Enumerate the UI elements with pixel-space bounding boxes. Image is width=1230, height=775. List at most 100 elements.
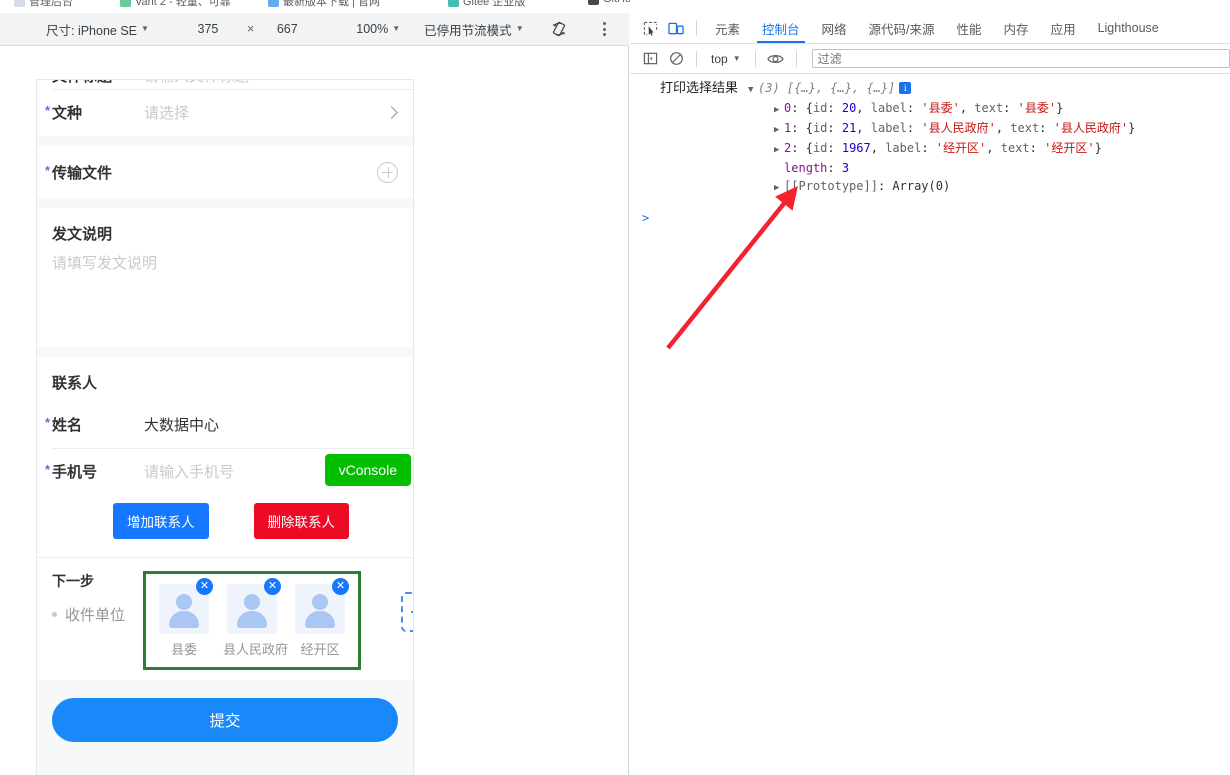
tab-lighthouse[interactable]: Lighthouse	[1087, 13, 1170, 43]
array-item-row[interactable]: 2: {id: 1967, label: '经开区', text: '经开区'}	[748, 139, 1135, 159]
bookmark-favicon	[268, 0, 279, 7]
throttling-select[interactable]: 已停用节流模式 ▼	[424, 20, 523, 39]
inspect-element-glyph	[643, 21, 658, 36]
contact-phone-input[interactable]: 请输入手机号	[144, 461, 398, 482]
device-size-label: 尺寸: iPhone SE	[46, 20, 137, 39]
close-icon[interactable]: ✕	[196, 578, 213, 595]
tab-performance[interactable]: 性能	[946, 13, 993, 43]
doc-type-select[interactable]: 请选择	[144, 102, 387, 123]
sidebar-glyph	[643, 51, 658, 66]
form-row-phone[interactable]: 手机号 请输入手机号	[37, 448, 413, 495]
entry-label: 县人民政府	[929, 121, 989, 135]
tab-application[interactable]: 应用	[1040, 13, 1087, 43]
bookmark-label: Vant 2 - 轻量、可靠	[135, 0, 231, 9]
selected-recipients-highlight: ✕ 县委 ✕ 县人民政府 ✕ 经开区	[143, 571, 361, 670]
bookmark-item[interactable]: Gitee 企业版	[448, 0, 525, 9]
form-label-phone: 手机号	[52, 461, 144, 482]
collapse-triangle-icon[interactable]	[748, 81, 758, 99]
console-filter-input[interactable]	[812, 49, 1230, 68]
clear-console-icon[interactable]	[663, 46, 689, 72]
array-prototype-row[interactable]: [[Prototype]]: Array(0)	[748, 177, 1135, 197]
bookmark-favicon	[120, 0, 131, 7]
bookmark-label: Gitee 企业版	[463, 0, 525, 9]
expand-triangle-icon[interactable]	[774, 179, 784, 197]
recipient-chip[interactable]: ✕ 县委	[155, 584, 213, 658]
close-icon[interactable]: ✕	[264, 578, 281, 595]
form-card-description: 发文说明 请填写发文说明 vConsole	[37, 208, 413, 347]
zoom-select[interactable]: 100% ▼	[356, 22, 400, 36]
delete-contact-button[interactable]: 删除联系人	[254, 503, 350, 539]
form-card-next-step: 下一步 收件单位 ✕ 县委 ✕ 县人民政府	[37, 558, 413, 680]
prototype-key: [[Prototype]]	[784, 179, 878, 193]
expand-triangle-icon[interactable]	[774, 121, 784, 139]
array-item-row[interactable]: 0: {id: 20, label: '县委', text: '县委'}	[748, 99, 1135, 119]
array-preview: (3) [{…}, {…}, {…}]	[758, 81, 895, 95]
close-icon[interactable]: ✕	[332, 578, 349, 595]
bookmark-favicon	[588, 0, 599, 5]
console-log-group[interactable]: 打印选择结果 (3) [{…}, {…}, {…}]i 0: {id: 20, …	[630, 75, 1230, 197]
section-divider	[37, 136, 413, 146]
tab-console[interactable]: 控制台	[751, 13, 811, 43]
form-row-doc-type[interactable]: 文种 请选择	[37, 89, 413, 136]
tab-network[interactable]: 网络	[811, 13, 858, 43]
clear-glyph	[669, 51, 684, 66]
execution-context-label: top	[711, 52, 728, 66]
contact-name-input[interactable]: 大数据中心	[144, 414, 398, 435]
recipient-unit-label: 收件单位	[65, 604, 125, 625]
form-card-contact: 联系人 姓名 大数据中心 手机号 请输入手机号 增加联系人 删除联系人	[37, 357, 413, 557]
live-expression-icon[interactable]	[763, 46, 789, 72]
inspect-element-icon[interactable]	[637, 15, 663, 41]
add-contact-button[interactable]: 增加联系人	[113, 503, 209, 539]
execution-context-select[interactable]: top ▼	[704, 52, 748, 66]
prompt-caret-icon: >	[642, 211, 649, 225]
chevron-right-icon	[385, 106, 398, 119]
console-toolbar: top ▼	[630, 44, 1230, 74]
chevron-down-icon: ▼	[516, 25, 524, 33]
recipient-chip[interactable]: ✕ 经开区	[291, 584, 349, 658]
bookmark-item[interactable]: 最新版本下载 | 官网	[268, 0, 380, 9]
tab-sources[interactable]: 源代码/来源	[858, 13, 946, 43]
entry-id: 20	[842, 101, 856, 115]
bookmark-label: 管理后台	[29, 0, 73, 9]
kebab-menu-icon[interactable]	[596, 22, 612, 36]
form-row-name[interactable]: 姓名 大数据中心	[37, 401, 413, 448]
contact-actions: 增加联系人 删除联系人	[37, 495, 413, 557]
array-preview-row[interactable]: (3) [{…}, {…}, {…}] i	[748, 79, 1135, 99]
add-recipient-icon[interactable]	[401, 592, 413, 632]
device-toolbar-icon[interactable]	[663, 15, 689, 41]
device-height-input[interactable]: 667	[264, 22, 310, 36]
tab-elements[interactable]: 元素	[704, 13, 751, 43]
devtools-panel: 元素 控制台 网络 源代码/来源 性能 内存 应用 Lighthouse	[630, 0, 1230, 775]
expand-triangle-icon[interactable]	[774, 141, 784, 159]
form-label-file-title: 文件标题	[52, 80, 144, 86]
console-prompt[interactable]: >	[630, 197, 1230, 225]
expand-triangle-icon[interactable]	[774, 101, 784, 119]
show-console-sidebar-icon[interactable]	[637, 46, 663, 72]
bookmark-favicon	[14, 0, 25, 7]
info-badge-icon[interactable]: i	[899, 82, 911, 94]
toolbar-divider	[696, 51, 697, 67]
rotate-icon[interactable]	[550, 20, 568, 38]
bookmark-item[interactable]: Vant 2 - 轻量、可靠	[120, 0, 231, 9]
description-textarea[interactable]: 请填写发文说明	[37, 252, 413, 347]
bookmark-item[interactable]: 管理后台	[14, 0, 73, 9]
device-width-input[interactable]: 375	[179, 22, 237, 36]
plus-circle-icon[interactable]	[377, 162, 398, 183]
devtools-tabbar: 元素 控制台 网络 源代码/来源 性能 内存 应用 Lighthouse	[630, 13, 1230, 44]
throttling-label: 已停用节流模式	[424, 20, 512, 39]
submit-button[interactable]: 提交	[52, 698, 398, 742]
recipient-chip[interactable]: ✕ 县人民政府	[223, 584, 281, 658]
section-divider	[37, 347, 413, 357]
console-array-tree: (3) [{…}, {…}, {…}] i 0: {id: 20, label: …	[738, 79, 1135, 197]
form-row-upload[interactable]: 传输文件	[37, 146, 413, 198]
form-row-file-title[interactable]: 文件标题 请输入文件标题	[37, 80, 413, 89]
rotate-icon-glyph	[550, 20, 568, 38]
array-item-row[interactable]: 1: {id: 21, label: '县人民政府', text: '县人民政府…	[748, 119, 1135, 139]
file-title-input[interactable]: 请输入文件标题	[144, 80, 398, 86]
tab-memory[interactable]: 内存	[993, 13, 1040, 43]
form-label-name: 姓名	[52, 414, 144, 435]
length-value: 3	[842, 161, 849, 175]
toolbar-divider	[696, 20, 697, 36]
bookmark-favicon	[448, 0, 459, 7]
device-size-select[interactable]: 尺寸: iPhone SE ▼	[46, 20, 149, 39]
